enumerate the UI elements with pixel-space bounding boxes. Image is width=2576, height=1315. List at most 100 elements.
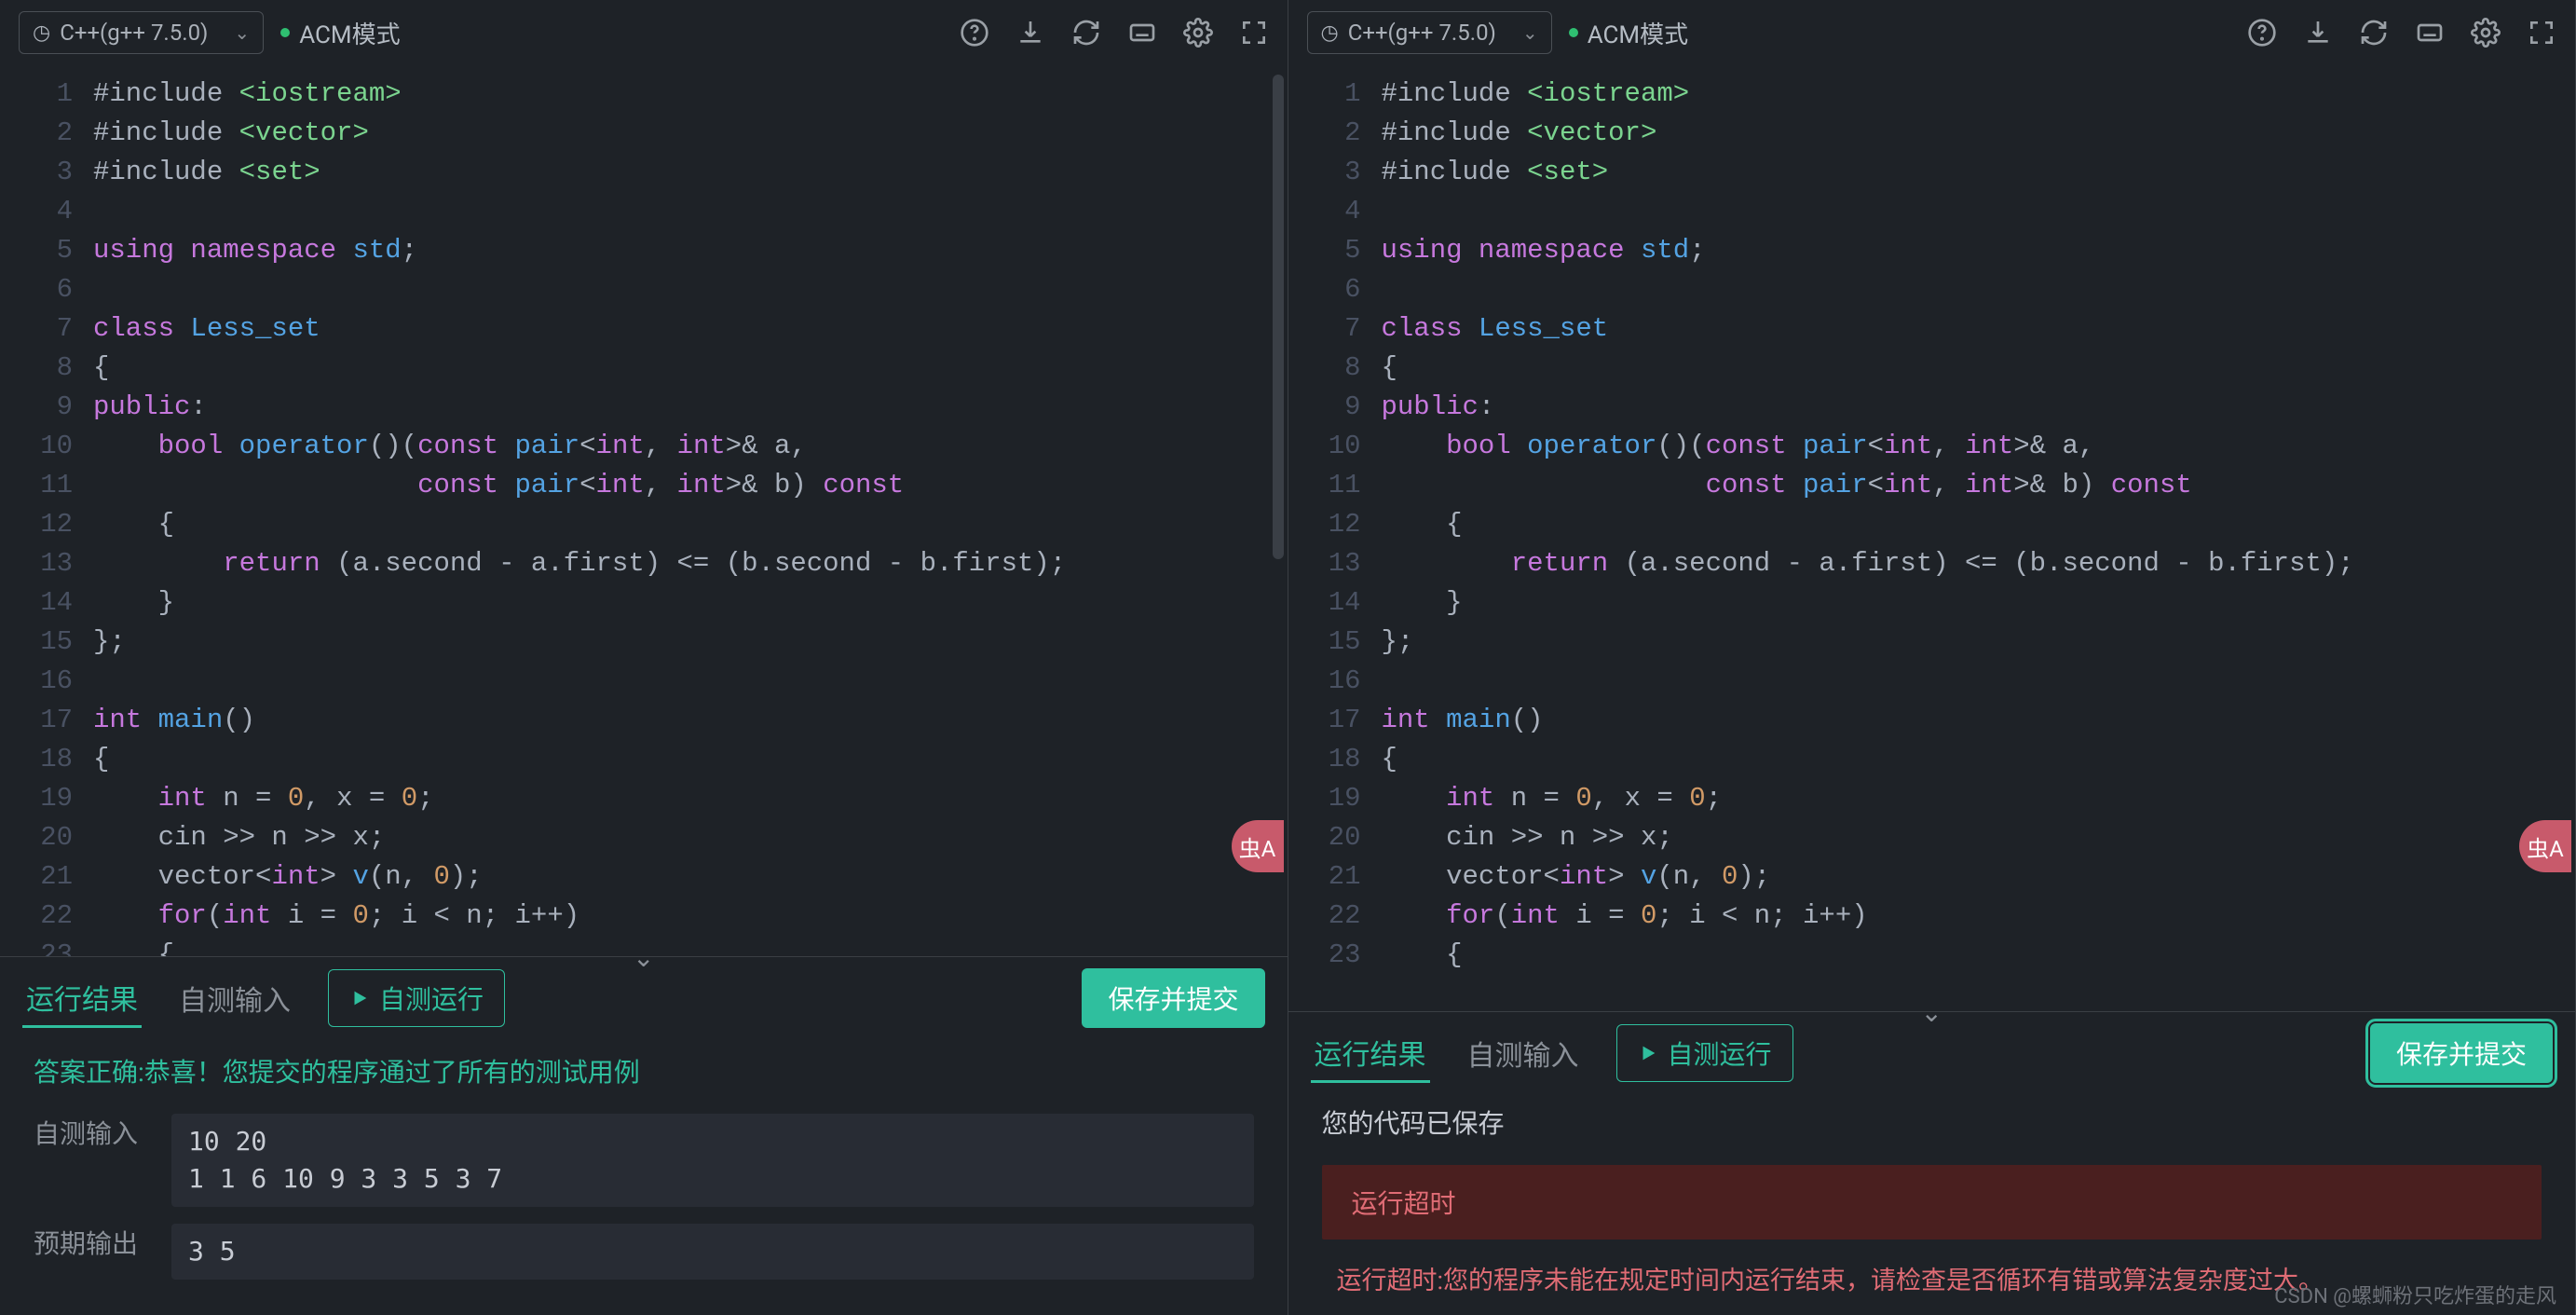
badge-text: 虫A <box>1239 830 1276 863</box>
code-content: vector<int> v(n, 0); <box>1382 857 2576 897</box>
refresh-icon[interactable] <box>2359 18 2389 48</box>
line-number: 23 <box>1288 936 1382 975</box>
translate-badge[interactable]: 虫A <box>1232 820 1284 872</box>
code-line: 15}; <box>1288 623 2576 662</box>
clock-icon: ◷ <box>33 21 50 45</box>
collapse-icon[interactable]: ⌄ <box>633 942 654 973</box>
scrollbar[interactable] <box>1273 75 1284 559</box>
line-number: 4 <box>0 192 93 231</box>
code-editor-left[interactable]: 1#include <iostream>2#include <vector>3#… <box>0 65 1288 956</box>
code-content: #include <iostream> <box>1382 75 2576 114</box>
code-line: 8{ <box>0 349 1288 388</box>
code-content <box>1382 270 2576 309</box>
settings-icon[interactable] <box>1183 18 1213 48</box>
code-content <box>93 662 1288 701</box>
tab-input[interactable]: 自测输入 <box>1464 1025 1583 1081</box>
bottom-panel-right: ⌄ 运行结果 自测输入 自测运行 保存并提交 您的代码已保存 运行超时 运行超时… <box>1288 1011 2576 1315</box>
help-icon[interactable] <box>960 18 989 48</box>
keyboard-icon[interactable] <box>2415 18 2445 48</box>
code-content: class Less_set <box>93 309 1288 349</box>
code-line: 19 int n = 0, x = 0; <box>0 779 1288 818</box>
mode-label: ACM模式 <box>299 16 400 50</box>
line-number: 1 <box>0 75 93 114</box>
code-content: { <box>93 505 1288 544</box>
code-line: 22 for(int i = 0; i < n; i++) <box>1288 897 2576 936</box>
fullscreen-icon[interactable] <box>1239 18 1269 48</box>
download-icon[interactable] <box>1015 18 1045 48</box>
code-line: 13 return (a.second - a.first) <= (b.sec… <box>1288 544 2576 583</box>
fullscreen-icon[interactable] <box>2527 18 2556 48</box>
line-number: 1 <box>1288 75 1382 114</box>
status-dot-icon <box>280 28 290 37</box>
tab-result[interactable]: 运行结果 <box>22 969 142 1028</box>
save-submit-button[interactable]: 保存并提交 <box>1082 968 1264 1028</box>
code-line: 10 bool operator()(const pair<int, int>&… <box>1288 427 2576 466</box>
code-line: 7class Less_set <box>0 309 1288 349</box>
refresh-icon[interactable] <box>1071 18 1101 48</box>
run-label: 自测运行 <box>379 979 484 1017</box>
language-selector[interactable]: ◷ C++(g++ 7.5.0) ⌄ <box>19 11 264 54</box>
clock-icon: ◷ <box>1321 21 1339 45</box>
saved-message: 您的代码已保存 <box>1288 1094 2576 1156</box>
code-line: 6 <box>0 270 1288 309</box>
code-content: return (a.second - a.first) <= (b.second… <box>1382 544 2576 583</box>
mode-indicator: ACM模式 <box>1569 16 1688 50</box>
code-content: cin >> n >> x; <box>1382 818 2576 857</box>
settings-icon[interactable] <box>2471 18 2501 48</box>
line-number: 5 <box>0 231 93 270</box>
line-number: 10 <box>0 427 93 466</box>
watermark: CSDN @螺蛳粉只吃炸蛋的走风 <box>2274 1280 2556 1309</box>
error-banner: 运行超时 <box>1322 1165 2542 1240</box>
code-content: #include <set> <box>1382 153 2576 192</box>
collapse-icon[interactable]: ⌄ <box>1921 997 1942 1028</box>
code-editor-right[interactable]: 1#include <iostream>2#include <vector>3#… <box>1288 65 2576 1011</box>
code-line: 5using namespace std; <box>0 231 1288 270</box>
download-icon[interactable] <box>2303 18 2333 48</box>
code-content: #include <vector> <box>93 114 1288 153</box>
translate-badge[interactable]: 虫A <box>2519 820 2571 872</box>
line-number: 20 <box>0 818 93 857</box>
code-line: 4 <box>1288 192 2576 231</box>
line-number: 21 <box>1288 857 1382 897</box>
help-icon[interactable] <box>2247 18 2277 48</box>
language-selector[interactable]: ◷ C++(g++ 7.5.0) ⌄ <box>1307 11 1552 54</box>
line-number: 9 <box>0 388 93 427</box>
status-dot-icon <box>1569 28 1578 37</box>
code-content: #include <vector> <box>1382 114 2576 153</box>
code-content: { <box>1382 936 2576 975</box>
expected-row: 预期输出 3 5 <box>34 1224 1254 1280</box>
code-line: 4 <box>0 192 1288 231</box>
code-content: return (a.second - a.first) <= (b.second… <box>93 544 1288 583</box>
tab-input[interactable]: 自测输入 <box>175 970 294 1026</box>
line-number: 15 <box>0 623 93 662</box>
code-line: 16 <box>0 662 1288 701</box>
line-number: 7 <box>0 309 93 349</box>
run-label: 自测运行 <box>1668 1034 1772 1072</box>
toolbar-left: ◷ C++(g++ 7.5.0) ⌄ ACM模式 <box>0 0 1288 65</box>
code-line: 18{ <box>1288 740 2576 779</box>
code-line: 19 int n = 0, x = 0; <box>1288 779 2576 818</box>
code-line: 5using namespace std; <box>1288 231 2576 270</box>
line-number: 22 <box>1288 897 1382 936</box>
self-test-run-button[interactable]: 自测运行 <box>328 969 505 1027</box>
self-test-run-button[interactable]: 自测运行 <box>1616 1024 1793 1082</box>
tab-result[interactable]: 运行结果 <box>1311 1024 1430 1083</box>
line-number: 19 <box>0 779 93 818</box>
code-content: const pair<int, int>& b) const <box>93 466 1288 505</box>
code-line: 14 } <box>0 583 1288 623</box>
code-line: 17int main() <box>1288 701 2576 740</box>
code-content: #include <set> <box>93 153 1288 192</box>
save-submit-button[interactable]: 保存并提交 <box>2370 1023 2553 1083</box>
bottom-panel-left: ⌄ 运行结果 自测输入 自测运行 保存并提交 答案正确:恭喜！您提交的程序通过了… <box>0 956 1288 1315</box>
mode-label: ACM模式 <box>1588 16 1688 50</box>
code-line: 1#include <iostream> <box>0 75 1288 114</box>
keyboard-icon[interactable] <box>1127 18 1157 48</box>
code-content <box>93 270 1288 309</box>
line-number: 11 <box>1288 466 1382 505</box>
line-number: 22 <box>0 897 93 936</box>
line-number: 16 <box>0 662 93 701</box>
language-label: C++(g++ 7.5.0) <box>1348 20 1496 46</box>
code-content: { <box>1382 740 2576 779</box>
line-number: 18 <box>1288 740 1382 779</box>
toolbar-actions <box>2247 18 2556 48</box>
